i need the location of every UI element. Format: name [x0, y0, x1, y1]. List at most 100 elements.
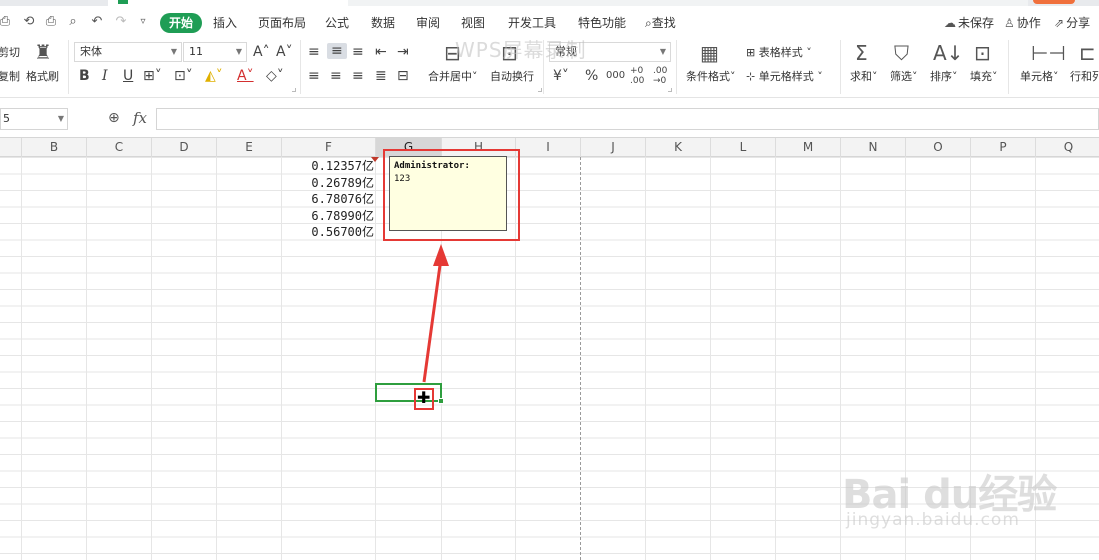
save-icon[interactable]: ⎙ [0, 13, 14, 31]
number-dialog-launcher[interactable] [668, 88, 672, 92]
filter-icon[interactable]: ⛉ [894, 42, 909, 64]
decrease-font-icon[interactable]: A˅ [276, 44, 293, 60]
column-header[interactable]: L [711, 138, 776, 157]
tab-page-layout[interactable]: 页面布局 [258, 14, 306, 32]
tab-insert[interactable]: 插入 [213, 14, 237, 32]
cell-style-button[interactable]: ⊹ 单元格样式 ˅ [746, 70, 823, 84]
comment-indicator[interactable] [371, 157, 379, 162]
search-command[interactable]: ⌕查找 [645, 14, 676, 32]
unsaved-status[interactable]: ☁ 未保存 [944, 14, 994, 32]
align-middle-icon[interactable]: ≡ [327, 43, 347, 59]
cells-icon[interactable]: ⊢⊣ [1031, 42, 1066, 64]
insert-function-icon[interactable]: fx [133, 109, 147, 127]
cell-fill-pattern-icon[interactable]: ⊡˅ [174, 68, 193, 84]
currency-button[interactable]: ¥˅ [553, 68, 569, 84]
column-header[interactable]: I [516, 138, 581, 157]
tab-data[interactable]: 数据 [371, 14, 395, 32]
tab-formulas[interactable]: 公式 [325, 14, 349, 32]
cell-f3[interactable]: 6.78076亿 [290, 191, 376, 207]
column-header-a-partial[interactable] [0, 138, 22, 157]
increase-font-icon[interactable]: A˄ [253, 44, 270, 60]
cells-button[interactable]: 单元格˅ [1020, 70, 1059, 84]
font-color-icon[interactable]: A˅ [237, 68, 254, 84]
font-dialog-launcher[interactable] [292, 88, 296, 92]
column-header[interactable]: M [776, 138, 841, 157]
tab-home[interactable]: 开始 [160, 13, 203, 33]
cell-f4[interactable]: 6.78990亿 [290, 208, 376, 224]
redo-icon[interactable]: ↷ [112, 13, 130, 31]
column-header[interactable]: J [581, 138, 646, 157]
cell-f2[interactable]: 0.26789亿 [290, 175, 376, 191]
active-document-tab[interactable] [108, 0, 348, 6]
share-button[interactable]: ⇗ 分享 [1054, 14, 1090, 32]
align-bottom-icon[interactable]: ≡ [352, 44, 364, 60]
column-header[interactable]: K [646, 138, 711, 157]
column-header[interactable]: D [152, 138, 217, 157]
format-painter-button[interactable]: 格式刷 [26, 70, 59, 84]
align-top-icon[interactable]: ≡ [308, 44, 320, 60]
filter-button[interactable]: 筛选˅ [890, 70, 918, 84]
conditional-format-icon[interactable]: ▦ [700, 42, 719, 64]
fill-button[interactable]: 填充˅ [970, 70, 998, 84]
align-left-icon[interactable]: ≡ [308, 68, 320, 84]
tab-special-features[interactable]: 特色功能 [578, 14, 626, 32]
percent-button[interactable]: % [585, 68, 598, 84]
tab-developer[interactable]: 开发工具 [508, 14, 556, 32]
cut-button[interactable]: 剪切 [0, 46, 20, 60]
tab-review[interactable]: 审阅 [416, 14, 440, 32]
sort-button[interactable]: 排序˅ [930, 70, 958, 84]
wrap-text-button[interactable]: 自动换行 [490, 70, 534, 84]
column-header[interactable]: N [841, 138, 906, 157]
collaborate-button[interactable]: ♙ 协作 [1004, 14, 1041, 32]
conditional-format-button[interactable]: 条件格式˅ [686, 70, 736, 84]
table-style-button[interactable]: ⊞ 表格样式 ˅ [746, 46, 812, 60]
print-icon[interactable]: ⎙ [42, 13, 60, 31]
underline-button[interactable]: U [123, 68, 133, 84]
column-header[interactable]: F [282, 138, 376, 157]
decrease-indent-icon[interactable]: ⇤ [375, 44, 387, 60]
align-right-icon[interactable]: ≡ [352, 68, 364, 84]
increase-indent-icon[interactable]: ⇥ [397, 44, 409, 60]
thousands-separator-button[interactable]: 000 [606, 68, 625, 84]
sort-icon[interactable]: A↓ [933, 42, 963, 64]
alignment-dialog-launcher[interactable] [538, 88, 542, 92]
export-pdf-icon[interactable]: ⟲ [20, 13, 38, 31]
tab-view[interactable]: 视图 [461, 14, 485, 32]
column-header[interactable]: P [971, 138, 1036, 157]
name-box[interactable]: 5 ▼ [0, 108, 68, 130]
merge-center-button[interactable]: 合并居中˅ [428, 70, 478, 84]
customize-quick-access-icon[interactable]: ▿ [134, 13, 152, 31]
cell-f5[interactable]: 0.56700亿 [290, 224, 376, 240]
undo-icon[interactable]: ↶ [88, 13, 106, 31]
decrease-decimal-button[interactable]: .00 →0 [653, 66, 673, 86]
font-size-select[interactable]: 11 ▼ [183, 42, 247, 62]
column-header[interactable]: Q [1036, 138, 1099, 157]
column-header[interactable]: E [217, 138, 282, 157]
zoom-icon[interactable]: ⊕ [108, 110, 120, 126]
clear-format-icon[interactable]: ◇˅ [266, 68, 284, 84]
fill-color-icon[interactable]: ◭˅ [205, 68, 223, 84]
sum-button[interactable]: 求和˅ [850, 70, 878, 84]
column-header[interactable]: C [87, 138, 152, 157]
fill-icon[interactable]: ⊡ [974, 42, 991, 64]
login-button[interactable] [1033, 0, 1075, 4]
font-name-select[interactable]: 宋体 ▼ [74, 42, 182, 62]
copy-button[interactable]: 复制 [0, 70, 20, 84]
formula-input[interactable] [156, 108, 1099, 130]
bold-button[interactable]: B [79, 68, 90, 84]
fill-handle[interactable] [438, 398, 444, 404]
borders-icon[interactable]: ⊞˅ [143, 68, 162, 84]
align-center-icon[interactable]: ≡ [330, 68, 342, 84]
sum-icon[interactable]: Σ [855, 42, 868, 64]
format-painter-icon[interactable]: ♜ [34, 41, 52, 63]
print-preview-icon[interactable]: ⌕ [64, 13, 82, 31]
increase-decimal-button[interactable]: +0 .00 [630, 66, 650, 86]
justify-icon[interactable]: ≣ [375, 68, 387, 84]
rows-cols-button[interactable]: 行和列 [1070, 70, 1099, 84]
column-header[interactable]: O [906, 138, 971, 157]
distributed-align-icon[interactable]: ⊟ [397, 68, 409, 84]
cell-f1[interactable]: 0.12357亿 [290, 158, 376, 174]
rows-cols-icon[interactable]: ⊏ [1079, 42, 1096, 64]
italic-button[interactable]: I [102, 68, 108, 84]
column-header[interactable]: B [22, 138, 87, 157]
